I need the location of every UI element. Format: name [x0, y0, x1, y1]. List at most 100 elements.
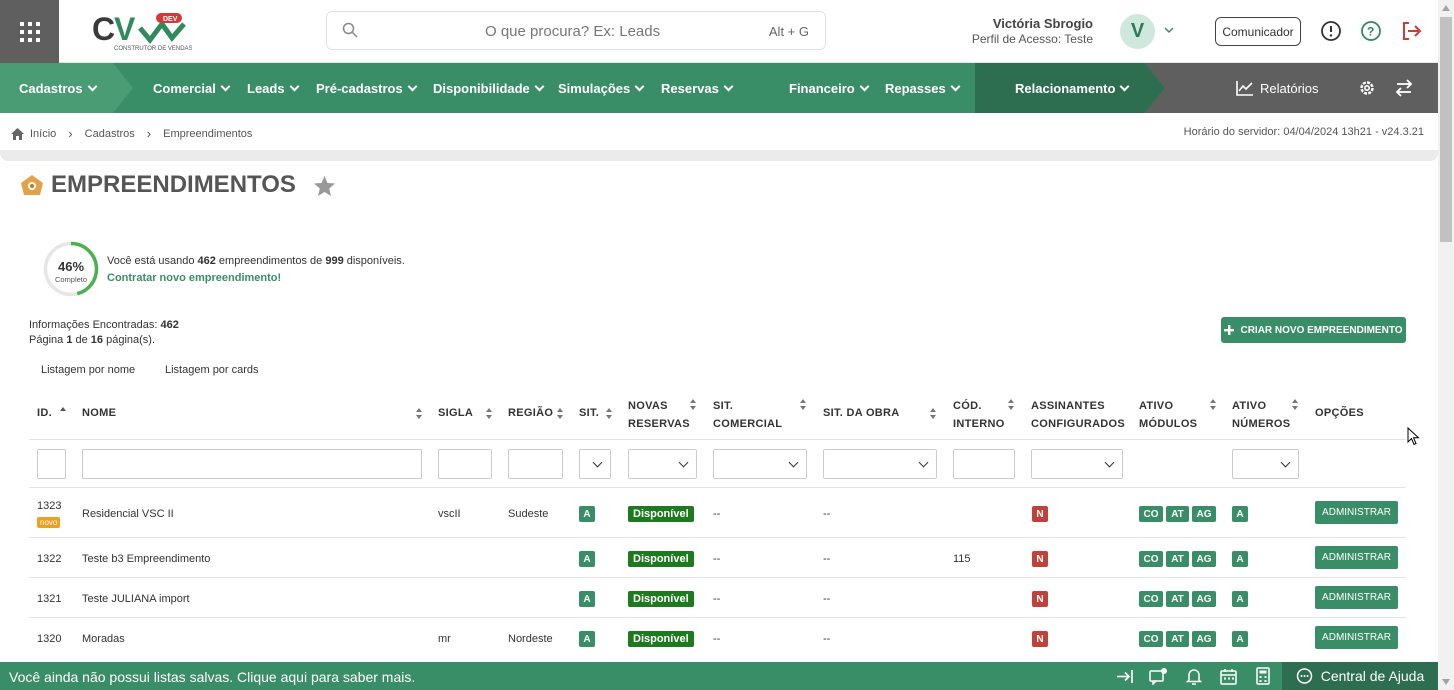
tab-list-by-name[interactable]: Listagem por nome [41, 364, 135, 376]
sort-icon[interactable] [416, 408, 422, 419]
sort-icon[interactable] [557, 408, 563, 419]
scrollbar-thumb[interactable] [1440, 17, 1452, 242]
administrar-button[interactable]: ADMINISTRAR [1315, 626, 1398, 649]
divider [29, 617, 1406, 618]
administrar-button[interactable]: ADMINISTRAR [1315, 546, 1398, 569]
numbers-badge: A [1232, 506, 1248, 522]
nav-cadastros[interactable]: Cadastros [19, 63, 98, 113]
collapse-icon[interactable] [1116, 669, 1134, 684]
sort-icon[interactable] [1210, 399, 1216, 410]
cell-sit-obra: -- [823, 508, 831, 520]
nav-financeiro[interactable]: Financeiro [789, 63, 870, 113]
filter-sit-comercial[interactable] [713, 449, 807, 479]
results-info: Informações Encontradas: 462 Página 1 de… [29, 319, 179, 346]
cell-nome: Moradas [82, 633, 125, 645]
col-cod-interno[interactable]: CÓD. INTERNO [953, 397, 1005, 433]
calculator-icon[interactable] [1256, 667, 1270, 685]
administrar-button[interactable]: ADMINISTRAR [1315, 501, 1398, 524]
col-sit[interactable]: SIT. [579, 404, 599, 422]
col-sit-comercial[interactable]: SIT. COMERCIAL [713, 397, 782, 433]
nav-pre-cadastros[interactable]: Pré-cadastros [316, 63, 418, 113]
module-at-badge: AT [1166, 551, 1189, 567]
info-icon[interactable] [1320, 20, 1342, 42]
filter-nome[interactable] [82, 449, 422, 479]
availability-badge: Disponível [628, 506, 694, 522]
help-center-button[interactable]: Central de Ajuda [1282, 662, 1438, 690]
col-novas-reservas[interactable]: NOVAS RESERVAS [628, 397, 690, 433]
scroll-up-icon[interactable] [1441, 4, 1451, 12]
messages-icon[interactable] [1149, 667, 1169, 685]
user-name[interactable]: Victória Sbrogio [993, 16, 1093, 31]
search-input[interactable]: O que procura? Ex: Leads [485, 23, 660, 40]
breadcrumb-inicio[interactable]: Início [30, 128, 56, 140]
create-button[interactable]: CRIAR NOVO EMPREENDIMENTO [1221, 317, 1406, 343]
hire-link[interactable]: Contratar novo empreendimento! [107, 272, 281, 284]
star-icon[interactable] [314, 176, 335, 196]
search-icon [342, 22, 358, 38]
nav-leads[interactable]: Leads [247, 63, 300, 113]
cell-sit-comercial: -- [713, 593, 721, 605]
sort-icon[interactable] [486, 408, 492, 419]
col-id[interactable]: ID. [37, 404, 52, 422]
sort-icon[interactable] [606, 408, 612, 419]
filter-sigla[interactable] [438, 449, 492, 479]
filter-novas-reservas[interactable] [628, 449, 697, 479]
nav-relatorios[interactable]: Relatórios [1236, 63, 1319, 113]
cell-nome: Teste b3 Empreendimento [82, 553, 211, 565]
logout-icon[interactable] [1400, 20, 1422, 42]
nav-simulacoes[interactable]: Simulações [558, 63, 645, 113]
filter-assinantes[interactable] [1031, 449, 1123, 479]
chevron-down-icon[interactable] [1164, 27, 1174, 35]
nav-relacionamento[interactable]: Relacionamento [1015, 63, 1130, 113]
signers-badge: N [1032, 506, 1048, 522]
nav-disponibilidade[interactable]: Disponibilidade [433, 63, 545, 113]
filter-cod-interno[interactable] [953, 449, 1015, 479]
filter-regiao[interactable] [508, 449, 563, 479]
filter-sit[interactable] [579, 449, 611, 479]
communicator-button[interactable]: Comunicador [1215, 17, 1301, 46]
search-box[interactable]: O que procura? Ex: Leads Alt + G [326, 11, 826, 50]
filter-sit-obra[interactable] [823, 449, 937, 479]
administrar-button[interactable]: ADMINISTRAR [1315, 586, 1398, 609]
svg-text:V: V [114, 11, 136, 47]
logo[interactable]: C V DEV CONSTRUTOR DE VENDAS [92, 10, 193, 54]
col-ativo-numeros[interactable]: ATIVO NÚMEROS [1232, 397, 1290, 433]
col-ativo-modulos[interactable]: ATIVO MÓDULOS [1139, 397, 1197, 433]
sort-icon[interactable] [1292, 399, 1298, 410]
apps-grid-icon[interactable] [0, 0, 59, 63]
col-sit-obra[interactable]: SIT. DA OBRA [823, 404, 900, 422]
sort-icon[interactable] [690, 399, 696, 410]
sort-icon[interactable] [1008, 399, 1014, 410]
nav-comercial[interactable]: Comercial [153, 63, 231, 113]
saved-lists-message[interactable]: Você ainda não possui listas salvas. Cli… [9, 669, 415, 685]
server-time: Horário do servidor: 04/04/2024 13h21 - … [1183, 126, 1424, 138]
gear-icon[interactable] [1358, 79, 1376, 97]
avatar[interactable]: V [1120, 14, 1155, 49]
sort-icon[interactable] [800, 399, 806, 410]
filter-ativo-numeros[interactable] [1232, 449, 1299, 479]
col-assinantes[interactable]: ASSINANTES CONFIGURADOS [1031, 397, 1125, 433]
bell-icon[interactable] [1186, 668, 1202, 685]
nav-repasses[interactable]: Repasses [885, 63, 961, 113]
usage-ring: 46% Completo [43, 241, 99, 297]
nav-reservas[interactable]: Reservas [661, 63, 734, 113]
col-nome[interactable]: NOME [82, 404, 116, 422]
switch-icon[interactable] [1395, 79, 1413, 97]
status-badge: A [579, 631, 595, 647]
divider [0, 150, 1438, 161]
col-sigla[interactable]: SIGLA [438, 404, 473, 422]
divider [29, 577, 1406, 578]
home-icon[interactable] [11, 127, 24, 140]
col-regiao[interactable]: REGIÃO [508, 404, 553, 422]
help-icon[interactable]: ? [1360, 20, 1382, 42]
tab-list-by-cards[interactable]: Listagem por cards [165, 364, 259, 376]
sort-icon[interactable] [930, 408, 936, 419]
sort-asc-icon[interactable] [60, 406, 66, 417]
breadcrumb-cadastros[interactable]: Cadastros [85, 128, 135, 140]
user-profile: Perfil de Acesso: Teste [971, 32, 1093, 46]
svg-text:DEV: DEV [163, 16, 178, 23]
calendar-icon[interactable] [1220, 668, 1237, 685]
svg-text:C: C [92, 11, 115, 47]
filter-id[interactable] [37, 449, 66, 479]
scroll-down-icon[interactable] [1441, 678, 1451, 686]
